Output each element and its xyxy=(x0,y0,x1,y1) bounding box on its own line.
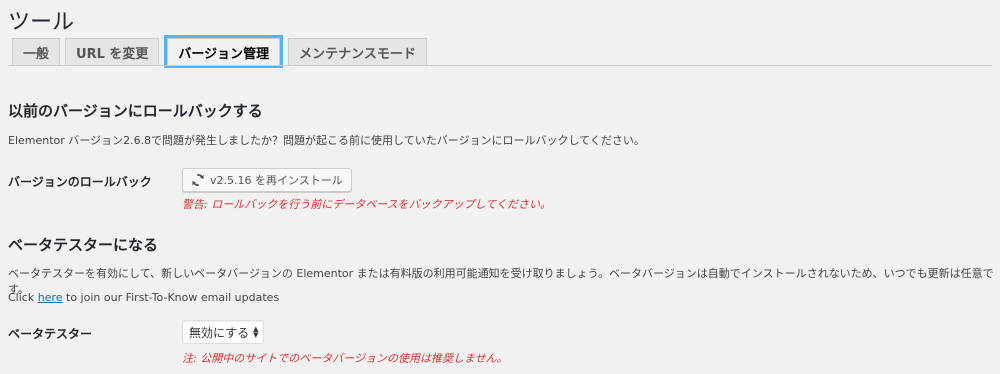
email-signup-link[interactable]: here xyxy=(38,291,63,304)
tab-change-url[interactable]: URL を変更 xyxy=(65,38,160,65)
tab-bar: 一般 URL を変更 バージョン管理 メンテナンスモード xyxy=(12,35,427,68)
email-signup-text: Click here to join our First-To-Know ema… xyxy=(8,291,279,304)
beta-row-label: ベータテスター xyxy=(8,327,93,341)
reinstall-button[interactable]: v2.5.16 を再インストール xyxy=(182,168,352,192)
rollback-warning: 警告: ロールバックを行う前にデータベースをバックアップしてください。 xyxy=(182,198,551,211)
rollback-heading: 以前のバージョンにロールバックする xyxy=(8,102,263,120)
email-signup-prefix: Click xyxy=(8,291,38,304)
tab-divider xyxy=(8,65,992,66)
tab-version-control[interactable]: バージョン管理 xyxy=(164,35,284,68)
select-arrows-icon: ▲ ▼ xyxy=(253,325,259,339)
email-signup-suffix: to join our First-To-Know email updates xyxy=(62,291,280,304)
beta-note: 注: 公開中のサイトでのベータバージョンの使用は推奨しません。 xyxy=(182,352,508,365)
reload-icon xyxy=(191,173,205,187)
tab-general[interactable]: 一般 xyxy=(12,38,61,65)
rollback-row-label: バージョンのロールバック xyxy=(8,175,152,189)
page-title: ツール xyxy=(8,10,75,35)
beta-tester-select-value: 無効にする xyxy=(189,325,250,340)
reinstall-button-label: v2.5.16 を再インストール xyxy=(210,174,343,187)
beta-tester-select[interactable]: 無効にする ▲ ▼ xyxy=(182,320,264,344)
rollback-description: Elementor バージョン2.6.8で問題が発生しましたか？問題が起こる前に… xyxy=(8,134,645,147)
beta-heading: ベータテスターになる xyxy=(8,236,159,254)
tab-maintenance-mode[interactable]: メンテナンスモード xyxy=(288,38,427,65)
